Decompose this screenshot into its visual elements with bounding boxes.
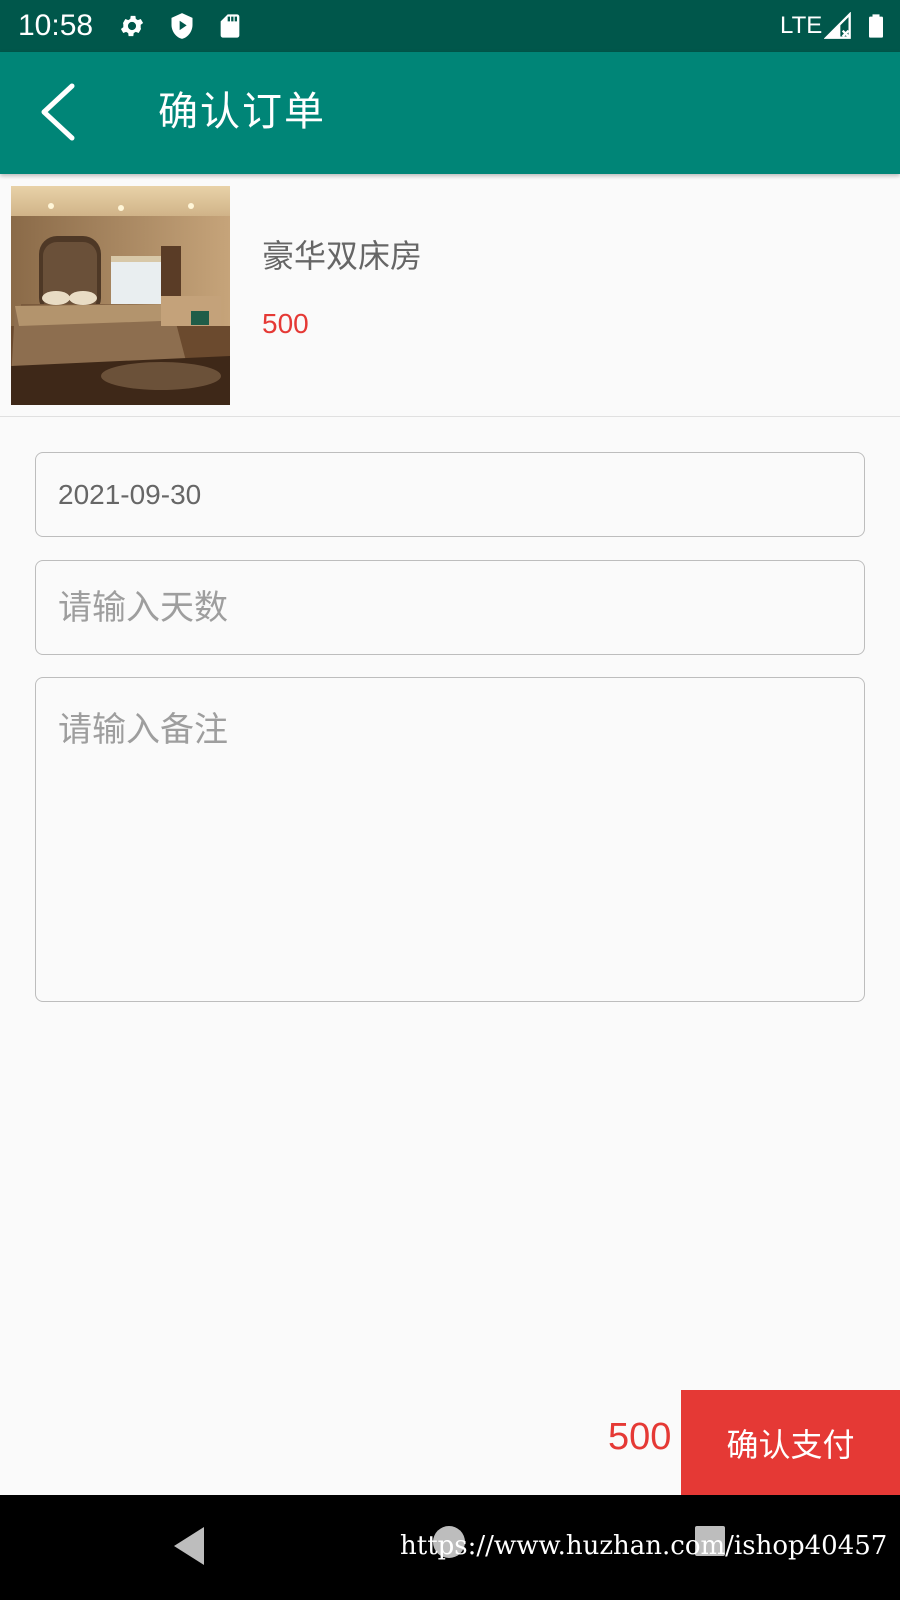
total-price: 500: [608, 1416, 672, 1458]
system-nav-bar: https://www.huzhan.com/ishop40457: [0, 1495, 900, 1600]
room-name: 豪华双床房: [262, 237, 423, 275]
status-time: 10:58: [18, 9, 94, 42]
shield-icon: [171, 13, 193, 39]
chevron-left-icon[interactable]: [28, 80, 92, 144]
remark-input[interactable]: [36, 678, 864, 1001]
network-type: LTE: [780, 12, 823, 39]
room-card[interactable]: 豪华双床房 500: [0, 174, 900, 417]
days-input[interactable]: [36, 561, 864, 654]
date-input[interactable]: [36, 453, 864, 536]
page-title: 确认订单: [158, 89, 326, 135]
gear-icon: [120, 15, 144, 37]
date-field[interactable]: [35, 452, 865, 537]
signal-icon: [824, 12, 851, 39]
app-bar: 确认订单: [0, 52, 900, 174]
days-field[interactable]: [35, 560, 865, 655]
room-photo: [11, 186, 230, 405]
status-bar: 10:58 LTE: [0, 0, 900, 52]
back-triangle-icon[interactable]: [170, 1525, 210, 1567]
room-price: 500: [262, 308, 309, 339]
sd-card-icon: [220, 14, 240, 38]
watermark-text: https://www.huzhan.com/ishop40457: [400, 1531, 888, 1561]
confirm-pay-button[interactable]: 确认支付: [681, 1390, 900, 1495]
battery-icon: [869, 14, 883, 38]
remark-field[interactable]: [35, 677, 865, 1002]
